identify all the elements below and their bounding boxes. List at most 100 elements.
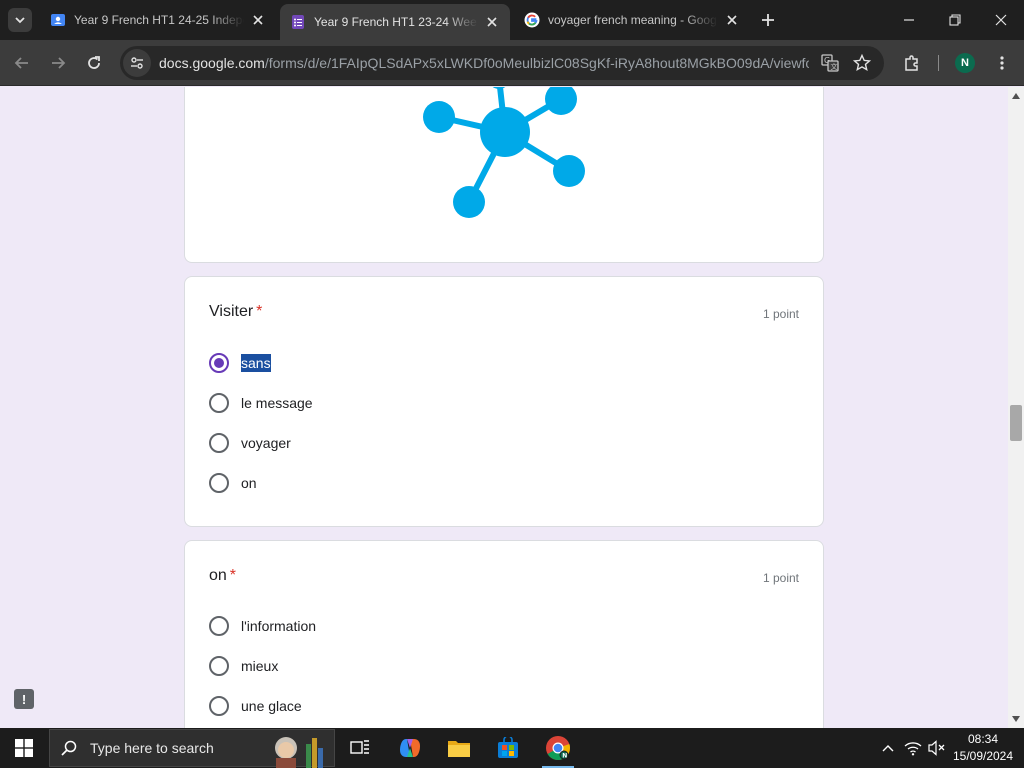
store-icon (498, 737, 518, 758)
plus-icon (762, 14, 774, 26)
page-scrollbar[interactable] (1008, 87, 1024, 728)
wifi-icon (904, 742, 922, 756)
system-clock[interactable]: 08:34 15/09/2024 (948, 731, 1018, 765)
option-mieux[interactable]: mieux (209, 654, 278, 678)
restore-button[interactable] (932, 0, 978, 40)
option-label: on (241, 475, 257, 491)
address-bar[interactable]: docs.google.com/forms/d/e/1FAIpQLSdAPx5x… (120, 46, 884, 80)
task-view-icon (350, 740, 369, 754)
google-classroom-icon (50, 12, 66, 28)
option-voyager[interactable]: voyager (209, 431, 291, 455)
report-feedback-icon[interactable]: ! (14, 689, 34, 709)
minimize-icon (904, 19, 914, 21)
tab-strip: Year 9 French HT1 24-25 Independent Year… (0, 0, 1024, 40)
radio-button[interactable] (209, 616, 229, 636)
volume-muted-icon (928, 740, 945, 756)
back-button[interactable] (8, 49, 36, 77)
restore-icon (949, 14, 961, 26)
arrow-right-icon (52, 57, 66, 69)
copilot-icon (400, 739, 420, 757)
translate-icon: G文 (821, 54, 839, 72)
option-information[interactable]: l'information (209, 614, 316, 638)
question-card: Visiter * 1 point sans le message voyager… (184, 276, 824, 527)
reload-icon (88, 56, 100, 69)
radio-button[interactable] (209, 433, 229, 453)
tab-week1[interactable]: Year 9 French HT1 23-24 Week 1 (280, 4, 510, 40)
scrollbar-thumb[interactable] (1010, 405, 1022, 441)
option-le-message[interactable]: le message (209, 391, 313, 415)
svg-text:文: 文 (831, 62, 838, 71)
browser-toolbar: docs.google.com/forms/d/e/1FAIpQLSdAPx5x… (0, 40, 1024, 86)
minimize-button[interactable] (886, 0, 932, 40)
option-sans[interactable]: sans (209, 351, 271, 375)
close-icon (995, 14, 1007, 26)
option-une-glace[interactable]: une glace (209, 694, 302, 718)
close-tab-icon[interactable] (484, 14, 500, 30)
close-tab-icon[interactable] (724, 12, 740, 28)
url-text[interactable]: docs.google.com/forms/d/e/1FAIpQLSdAPx5x… (159, 55, 809, 71)
folder-icon (448, 741, 470, 757)
question-card: on * 1 point l'information mieux une glac… (184, 540, 824, 728)
option-label: le message (241, 395, 313, 411)
search-placeholder: Type here to search (90, 740, 214, 756)
volume-button[interactable] (926, 728, 948, 768)
question-title-text: on (209, 567, 227, 584)
site-info-button[interactable] (123, 49, 151, 77)
task-view-button[interactable] (336, 728, 384, 768)
form-page: Visiter * 1 point sans le message voyager… (0, 87, 1008, 728)
network-button[interactable] (902, 728, 924, 768)
svg-text:N: N (562, 752, 567, 759)
new-tab-button[interactable] (756, 8, 780, 32)
start-button[interactable] (0, 728, 48, 768)
option-label: mieux (241, 658, 279, 674)
tab-title: Year 9 French HT1 23-24 Week 1 (314, 15, 478, 29)
chevron-down-icon (15, 17, 25, 24)
close-window-button[interactable] (978, 0, 1024, 40)
windows-logo-icon (15, 739, 33, 757)
bookmark-button[interactable] (848, 49, 876, 77)
option-on[interactable]: on (209, 471, 257, 495)
microsoft-store-button[interactable] (484, 728, 532, 768)
translate-button[interactable]: G文 (816, 49, 844, 77)
option-label: l'information (241, 618, 317, 634)
file-explorer-button[interactable] (435, 728, 483, 768)
radio-button[interactable] (209, 473, 229, 493)
tab-title: voyager french meaning - Google Search (548, 13, 718, 27)
radio-button-checked[interactable] (209, 353, 229, 373)
chevron-up-icon (882, 745, 894, 752)
required-asterisk: * (229, 567, 237, 584)
question-title: Visiter * (209, 303, 262, 321)
molecule-network-icon (423, 87, 585, 218)
profile-avatar[interactable]: N (955, 53, 975, 73)
chrome-taskbar-button[interactable]: N (534, 728, 582, 768)
arrow-left-icon (14, 57, 28, 69)
question-points: 1 point (762, 571, 799, 585)
copilot-button[interactable] (386, 728, 434, 768)
radio-button[interactable] (209, 696, 229, 716)
radio-button[interactable] (209, 656, 229, 676)
tab-independent[interactable]: Year 9 French HT1 24-25 Independent (40, 4, 276, 36)
show-hidden-icons-button[interactable] (878, 728, 898, 768)
clock-date: 15/09/2024 (952, 749, 1014, 763)
reload-button[interactable] (80, 49, 108, 77)
extensions-button[interactable] (898, 49, 926, 77)
taskbar-search-box[interactable]: Type here to search (49, 729, 335, 768)
tab-google-search[interactable]: voyager french meaning - Google Search (514, 4, 750, 36)
option-label: une glace (241, 698, 302, 714)
radio-button[interactable] (209, 393, 229, 413)
tune-icon (131, 57, 143, 69)
forward-button[interactable] (44, 49, 72, 77)
image-card (184, 87, 824, 263)
tab-search-button[interactable] (8, 8, 32, 32)
more-vert-icon (1000, 56, 1004, 70)
question-title-text: Visiter (209, 303, 254, 320)
triangle-down-icon (1012, 716, 1020, 722)
question-points: 1 point (762, 307, 799, 321)
scroll-down-arrow[interactable] (1008, 712, 1024, 726)
required-asterisk: * (256, 303, 263, 320)
puzzle-icon (905, 55, 918, 71)
search-icon (61, 740, 77, 756)
menu-button[interactable] (988, 49, 1016, 77)
close-tab-icon[interactable] (250, 12, 266, 28)
scroll-up-arrow[interactable] (1008, 89, 1024, 103)
